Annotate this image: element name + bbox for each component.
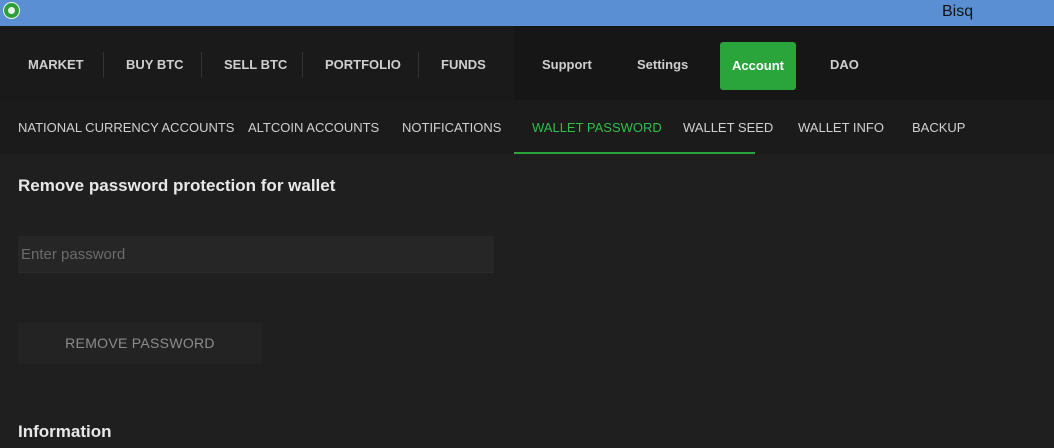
section-title: Remove password protection for wallet bbox=[18, 176, 336, 195]
nav-dao[interactable]: DAO bbox=[830, 26, 859, 100]
nav-funds[interactable]: FUNDS bbox=[441, 26, 486, 100]
top-navigation: MARKET BUY BTC SELL BTC PORTFOLIO FUNDS … bbox=[0, 26, 1054, 100]
nav-settings[interactable]: Settings bbox=[637, 26, 688, 100]
tab-wallet-password[interactable]: WALLET PASSWORD bbox=[532, 100, 662, 154]
tab-wallet-seed[interactable]: WALLET SEED bbox=[683, 100, 773, 154]
bisq-logo-icon bbox=[3, 2, 20, 19]
tab-national-currency-accounts[interactable]: NATIONAL CURRENCY ACCOUNTS bbox=[18, 100, 234, 154]
nav-separator bbox=[302, 52, 303, 78]
primary-nav: MARKET BUY BTC SELL BTC PORTFOLIO FUNDS bbox=[0, 26, 514, 100]
account-tabs: NATIONAL CURRENCY ACCOUNTS ALTCOIN ACCOU… bbox=[0, 100, 1054, 154]
nav-separator bbox=[201, 52, 202, 78]
nav-portfolio[interactable]: PORTFOLIO bbox=[325, 26, 401, 100]
nav-support[interactable]: Support bbox=[542, 26, 592, 100]
tab-backup[interactable]: BACKUP bbox=[912, 100, 965, 154]
nav-account-button[interactable]: Account bbox=[720, 42, 796, 90]
nav-separator bbox=[418, 52, 419, 78]
nav-separator bbox=[103, 52, 104, 78]
remove-password-button[interactable]: REMOVE PASSWORD bbox=[18, 323, 262, 364]
nav-sell-btc[interactable]: SELL BTC bbox=[224, 26, 287, 100]
tab-altcoin-accounts[interactable]: ALTCOIN ACCOUNTS bbox=[248, 100, 379, 154]
tab-notifications[interactable]: NOTIFICATIONS bbox=[402, 100, 501, 154]
window-titlebar: Bisq bbox=[0, 0, 1054, 26]
wallet-password-panel: Remove password protection for wallet RE… bbox=[0, 154, 1054, 448]
password-input[interactable] bbox=[18, 236, 494, 273]
tab-wallet-info[interactable]: WALLET INFO bbox=[798, 100, 884, 154]
information-title: Information bbox=[18, 422, 112, 441]
window-title: Bisq bbox=[942, 3, 974, 20]
nav-buy-btc[interactable]: BUY BTC bbox=[126, 26, 184, 100]
nav-market[interactable]: MARKET bbox=[28, 26, 84, 100]
